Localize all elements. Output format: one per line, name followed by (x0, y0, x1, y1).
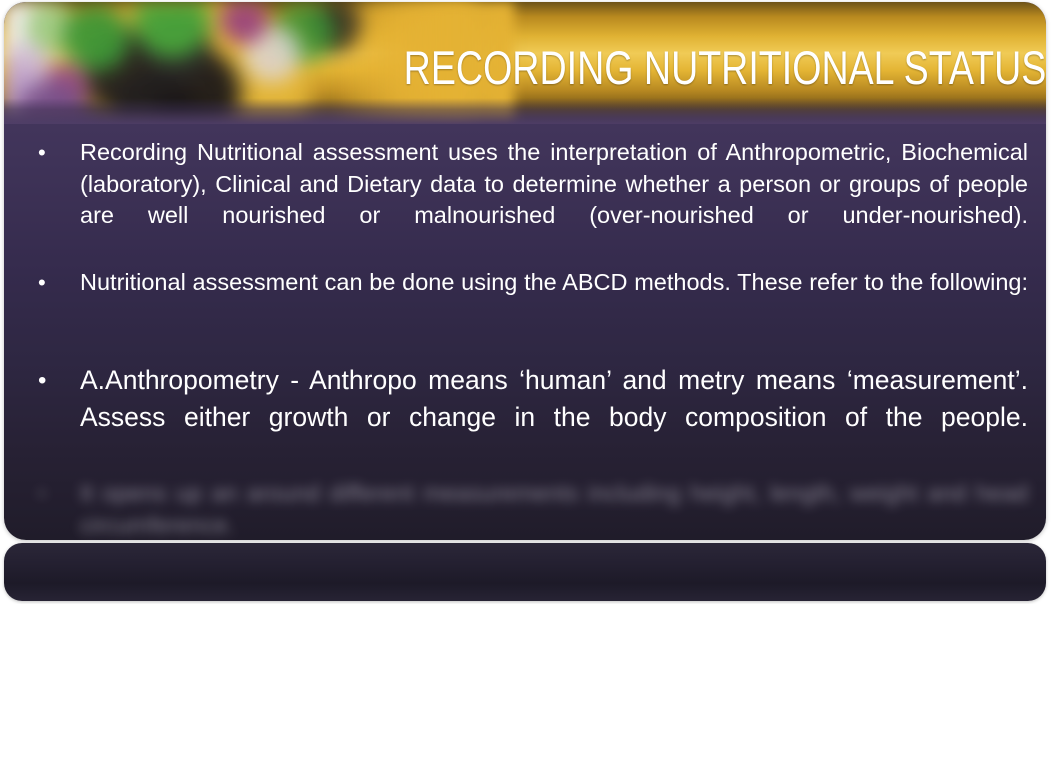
body-content: Recording Nutritional assessment uses th… (4, 124, 1046, 540)
bullet-list: Recording Nutritional assessment uses th… (4, 137, 1046, 540)
page-title: RECORDING NUTRITIONAL STATUS (403, 41, 1046, 94)
page-white-space (0, 604, 1062, 778)
slide: RECORDING NUTRITIONAL STATUS Recording N… (0, 0, 1062, 778)
bullet-abcd-methods: Nutritional assessment can be done using… (4, 267, 1046, 330)
header-banner: RECORDING NUTRITIONAL STATUS (4, 2, 1046, 124)
bullet-anthropometry: A.Anthropometry - Anthropo means ‘human’… (4, 362, 1046, 473)
banner-bottom-blend (4, 98, 1046, 124)
bullet-text: Nutritional assessment can be done using… (80, 269, 1028, 295)
bullet-assessment-definition: Recording Nutritional assessment uses th… (4, 137, 1046, 263)
bullet-text: It opens up an around different measurem… (80, 480, 1028, 538)
bullet-text: Recording Nutritional assessment uses th… (80, 139, 1028, 228)
bullet-text: A.Anthropometry - Anthropo means ‘human’… (80, 365, 1028, 432)
content-panel: RECORDING NUTRITIONAL STATUS Recording N… (4, 2, 1046, 540)
bottom-dark-bar (4, 543, 1046, 601)
bullet-obscured: It opens up an around different measurem… (4, 478, 1046, 540)
